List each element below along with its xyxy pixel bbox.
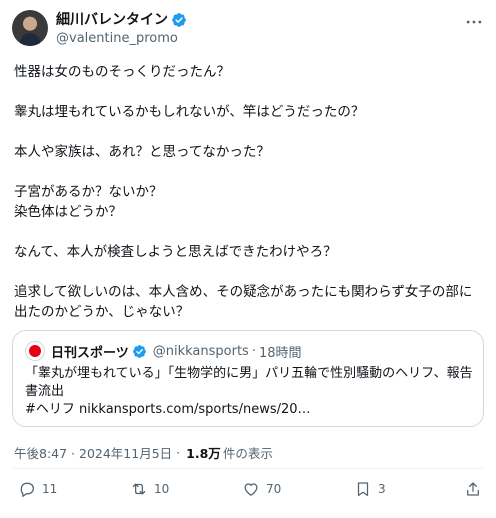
- quoted-tweet-header: 日刊スポーツ @nikkansports · 18時間: [25, 341, 302, 361]
- meta-separator: ·: [176, 445, 181, 460]
- author-name-row: 細川バレンタイン: [56, 11, 187, 29]
- view-count: 1.8万: [186, 446, 221, 461]
- author-handle[interactable]: @valentine_promo: [56, 31, 178, 47]
- tweet-paragraph: 性器は女のものそっくりだったん？: [14, 64, 230, 80]
- tweet-text: 性器は女のものそっくりだったん？ 睾丸は埋もれているかもしれないが、竿はどうだっ…: [14, 62, 484, 322]
- view-count-label: 件の表示: [222, 446, 273, 461]
- quoted-avatar: [25, 341, 45, 361]
- tweet-paragraph: 追求して欲しいのは、本人含め、その疑念があったにも関わらず女子の部に出たのかどう…: [14, 284, 473, 320]
- like-count: 70: [266, 482, 282, 496]
- tweet-paragraph: 子宮があるか？ないか？ 染色体はどうか？: [14, 184, 163, 220]
- quoted-separator: ·: [251, 343, 256, 359]
- reply-count: 11: [42, 482, 58, 496]
- quoted-text-line: #ヘリフ nikkansports.com/sports/news/20…: [25, 402, 311, 417]
- tweet-header: 細川バレンタイン @valentine_promo: [12, 10, 484, 50]
- verified-badge-icon: [132, 344, 146, 358]
- retweet-icon: [132, 483, 146, 495]
- bookmark-icon: [357, 482, 369, 497]
- quoted-display-name: 日刊スポーツ: [51, 345, 129, 361]
- heart-icon: [244, 483, 258, 496]
- tweet-meta: 午後8:47 · 2024年11月5日 · 1.8万 件の表示: [14, 443, 273, 462]
- reply-icon: [20, 482, 35, 497]
- retweet-count: 10: [154, 482, 170, 496]
- verified-badge-icon: [172, 13, 186, 27]
- timestamp[interactable]: 午後8:47 · 2024年11月5日: [14, 443, 172, 462]
- share-icon: [467, 482, 479, 496]
- quoted-handle: @nikkansports: [152, 343, 249, 359]
- like-button[interactable]: 70: [242, 480, 281, 498]
- quoted-tweet[interactable]: 日刊スポーツ @nikkansports · 18時間 「睾丸が埋もれている」「…: [12, 330, 484, 427]
- bookmark-count: 3: [378, 482, 386, 496]
- quoted-time: 18時間: [258, 345, 302, 361]
- author-display-name[interactable]: 細川バレンタイン: [56, 11, 168, 29]
- avatar[interactable]: [12, 10, 48, 46]
- tweet-paragraph: 本人や家族は、あれ？と思ってなかった？: [14, 144, 270, 160]
- retweet-button[interactable]: 10: [130, 480, 169, 498]
- tweet-paragraph: なんて、本人が検査しようと思えばできたわけやろ？: [14, 244, 337, 260]
- quoted-text: 「睾丸が埋もれている」「生物学的に男」パリ五輪で性別騒動のヘリフ、報告書流出 #…: [25, 365, 477, 419]
- share-button[interactable]: [464, 480, 482, 498]
- tweet-paragraph: 睾丸は埋もれているかもしれないが、竿はどうだったの？: [14, 104, 365, 120]
- quoted-text-line: 「睾丸が埋もれている」「生物学的に男」パリ五輪で性別騒動のヘリフ、報告書流出: [25, 366, 473, 399]
- more-options-icon[interactable]: [464, 12, 484, 32]
- divider: [12, 468, 484, 469]
- bookmark-button[interactable]: 3: [354, 480, 386, 498]
- action-bar: 11 10 70 3: [12, 480, 484, 504]
- reply-button[interactable]: 11: [18, 480, 57, 498]
